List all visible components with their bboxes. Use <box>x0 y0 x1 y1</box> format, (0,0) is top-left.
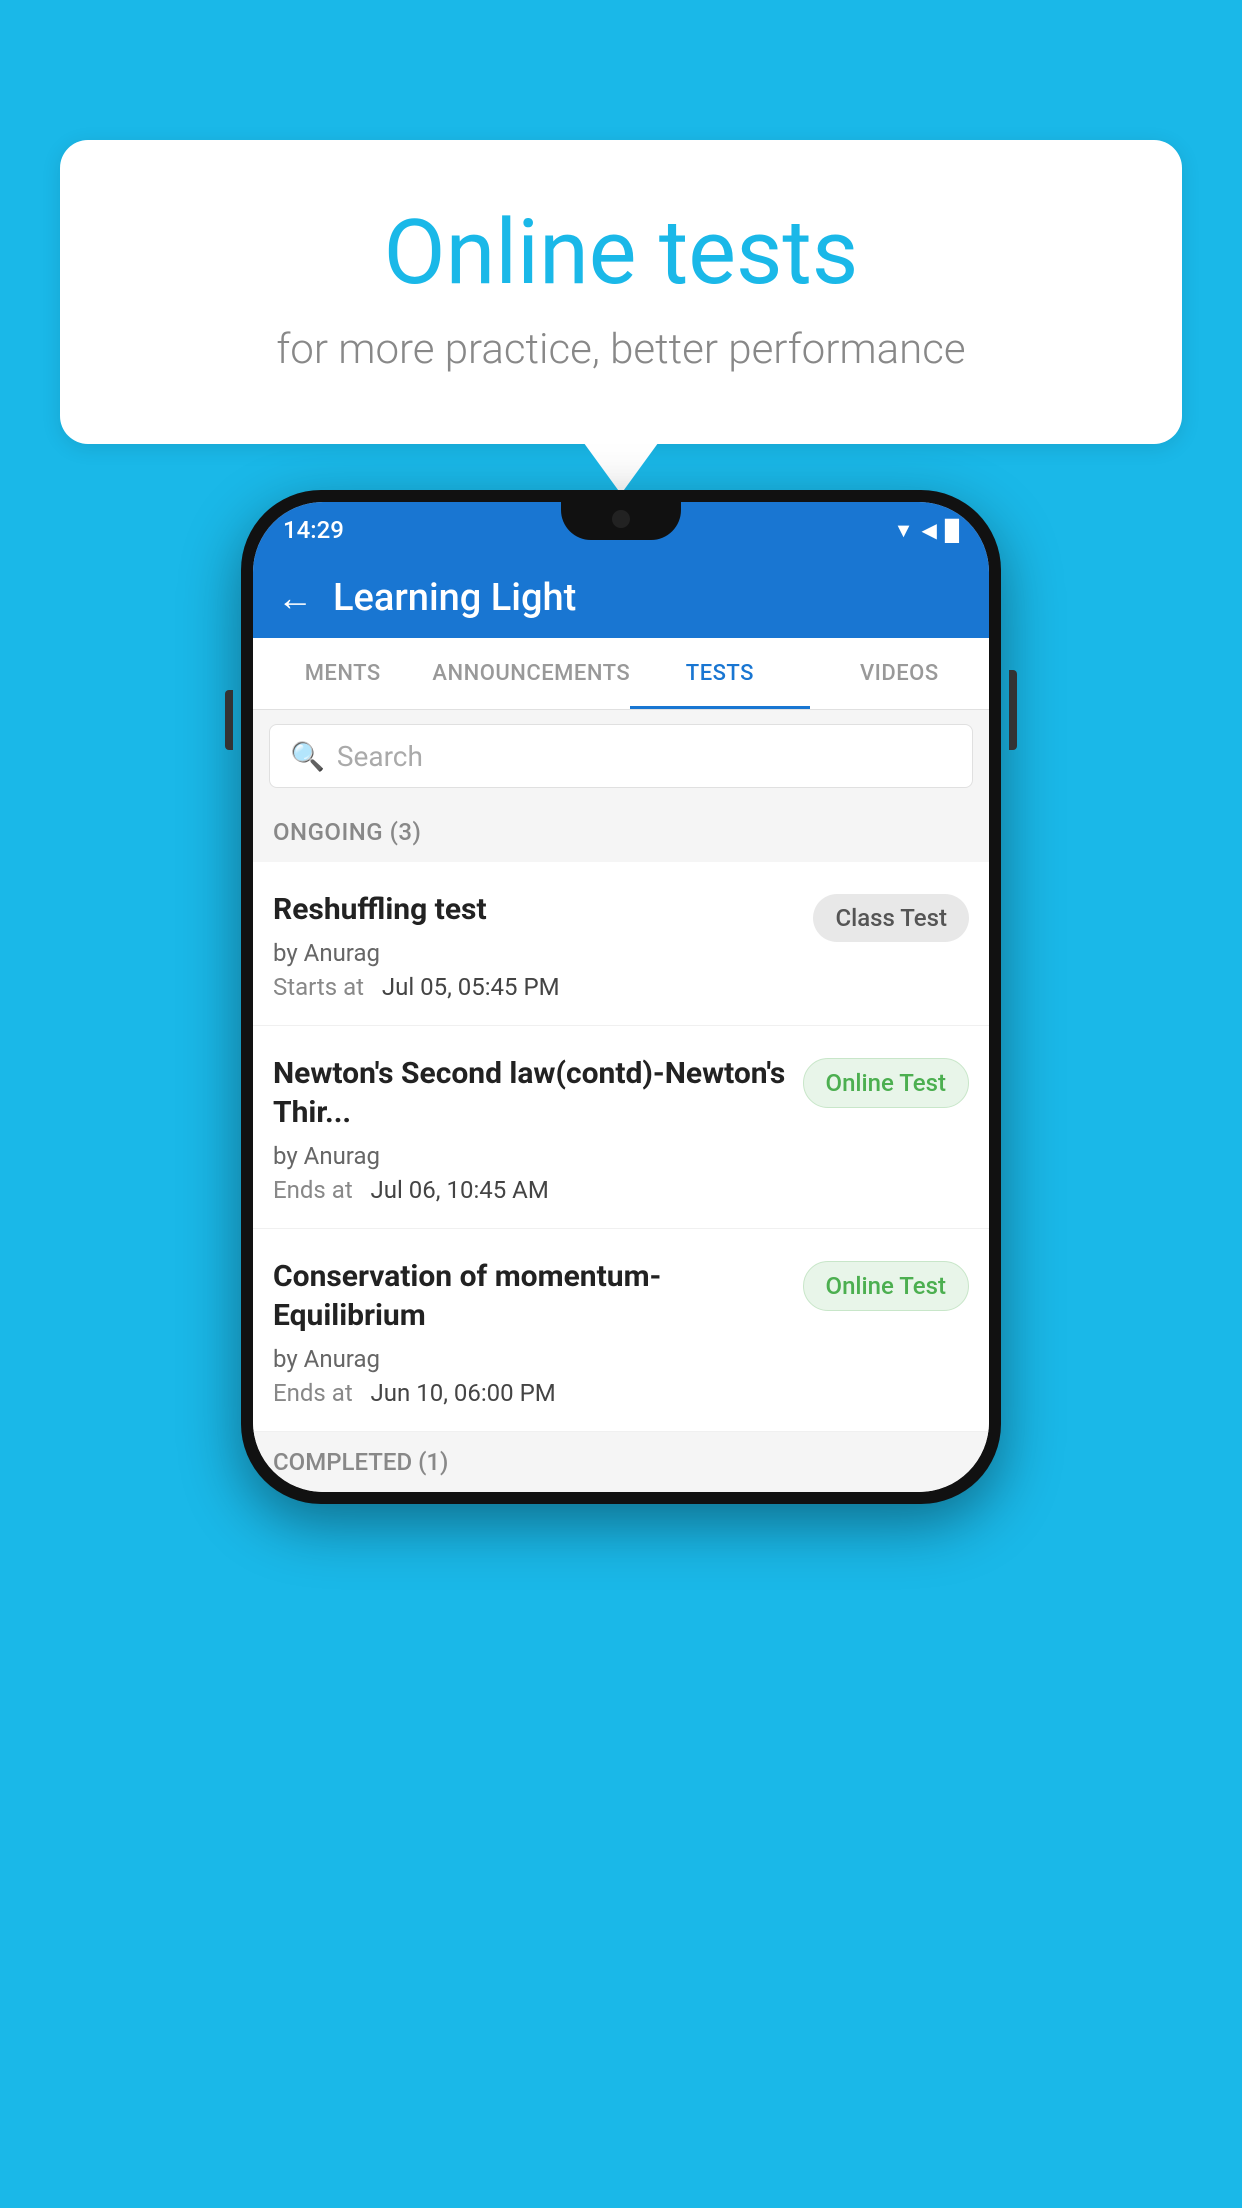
test-badge: Class Test <box>813 894 969 942</box>
test-item-content: Conservation of momentum-Equilibrium by … <box>273 1257 803 1407</box>
tab-tests[interactable]: TESTS <box>630 638 809 709</box>
test-name: Reshuffling test <box>273 890 797 929</box>
test-badge: Online Test <box>803 1058 969 1108</box>
time-value: Jul 06, 10:45 AM <box>371 1176 549 1204</box>
wifi-icon: ▼ <box>894 518 914 543</box>
battery-icon: █ <box>945 518 959 543</box>
completed-section-header: COMPLETED (1) <box>253 1432 989 1492</box>
time-label: Starts at <box>273 973 364 1001</box>
test-item-content: Newton's Second law(contd)-Newton's Thir… <box>273 1054 803 1204</box>
status-time: 14:29 <box>283 516 344 544</box>
status-bar: 14:29 ▼ ◀ █ <box>253 502 989 558</box>
camera <box>612 510 630 528</box>
test-time: Starts at Jul 05, 05:45 PM <box>273 973 797 1001</box>
search-box[interactable]: 🔍 Search <box>269 724 973 788</box>
test-time: Ends at Jun 10, 06:00 PM <box>273 1379 787 1407</box>
test-time: Ends at Jul 06, 10:45 AM <box>273 1176 787 1204</box>
back-button[interactable]: ← <box>277 577 313 619</box>
test-item[interactable]: Conservation of momentum-Equilibrium by … <box>253 1229 989 1432</box>
time-label: Ends at <box>273 1176 353 1204</box>
search-input[interactable]: Search <box>337 740 423 773</box>
status-icons: ▼ ◀ █ <box>894 518 959 543</box>
bubble-subtitle: for more practice, better performance <box>140 325 1102 374</box>
phone-wrapper: 14:29 ▼ ◀ █ ← Learning Light MENTS <box>241 490 1001 1504</box>
tab-videos[interactable]: VIDEOS <box>810 638 989 709</box>
time-label: Ends at <box>273 1379 353 1407</box>
test-name: Conservation of momentum-Equilibrium <box>273 1257 787 1335</box>
search-container: 🔍 Search <box>253 710 989 802</box>
tab-announcements[interactable]: ANNOUNCEMENTS <box>432 638 630 709</box>
test-badge: Online Test <box>803 1261 969 1311</box>
phone-outer: 14:29 ▼ ◀ █ ← Learning Light MENTS <box>241 490 1001 1504</box>
tab-bar: MENTS ANNOUNCEMENTS TESTS VIDEOS <box>253 638 989 710</box>
side-button-left <box>225 690 233 750</box>
search-icon: 🔍 <box>290 740 325 773</box>
test-item-content: Reshuffling test by Anurag Starts at Jul… <box>273 890 813 1001</box>
test-by: by Anurag <box>273 939 797 967</box>
ongoing-section-header: ONGOING (3) <box>253 802 989 862</box>
bubble-title: Online tests <box>140 200 1102 305</box>
tab-assignments[interactable]: MENTS <box>253 638 432 709</box>
app-title: Learning Light <box>333 576 576 620</box>
notch <box>561 502 681 540</box>
side-button-right <box>1009 670 1017 750</box>
time-value: Jul 05, 05:45 PM <box>382 973 560 1001</box>
test-item[interactable]: Reshuffling test by Anurag Starts at Jul… <box>253 862 989 1026</box>
phone-screen: 14:29 ▼ ◀ █ ← Learning Light MENTS <box>253 502 989 1492</box>
test-item[interactable]: Newton's Second law(contd)-Newton's Thir… <box>253 1026 989 1229</box>
time-value: Jun 10, 06:00 PM <box>371 1379 556 1407</box>
signal-icon: ◀ <box>921 518 936 542</box>
test-by: by Anurag <box>273 1345 787 1373</box>
test-by: by Anurag <box>273 1142 787 1170</box>
test-name: Newton's Second law(contd)-Newton's Thir… <box>273 1054 787 1132</box>
app-header: ← Learning Light <box>253 558 989 638</box>
speech-bubble: Online tests for more practice, better p… <box>60 140 1182 444</box>
